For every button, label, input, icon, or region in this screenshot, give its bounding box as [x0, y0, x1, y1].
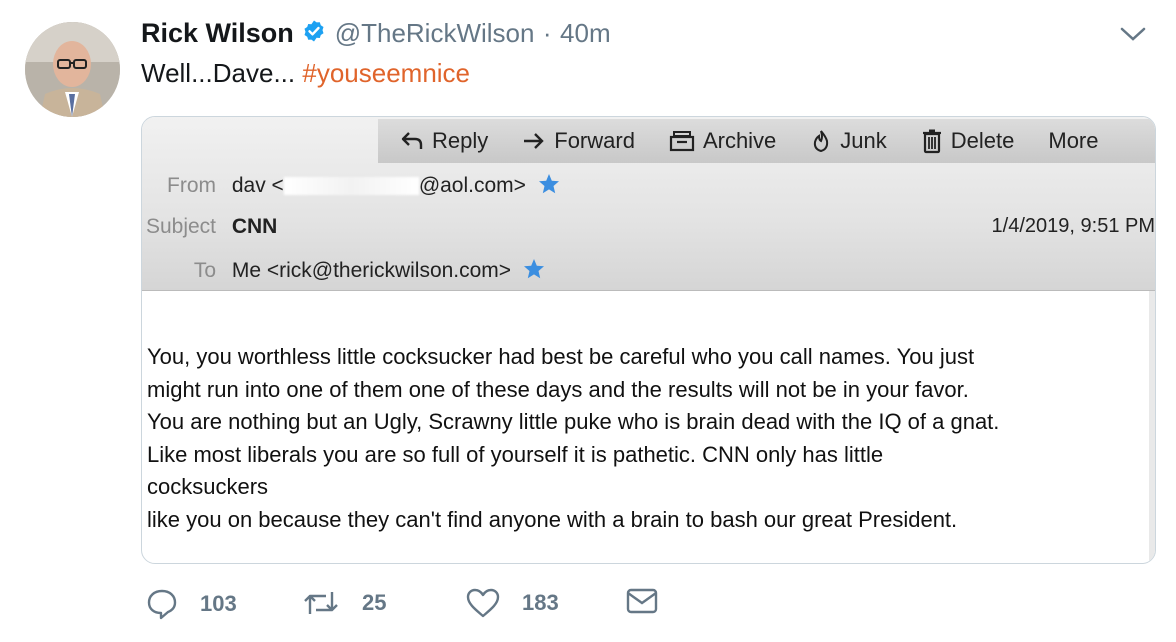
email-date: 1/4/2019, 9:51 PM	[991, 215, 1155, 237]
forward-arrow-icon	[524, 133, 544, 149]
email-toolbar: Reply Forward Archive Junk Delete More	[378, 119, 1155, 163]
direct-message-action[interactable]	[626, 588, 680, 614]
email-line: You, you worthless little cocksucker had…	[147, 344, 975, 369]
tweet-body: Well...Dave...	[141, 58, 296, 88]
retweet-count: 25	[362, 590, 387, 615]
from-row: From dav < @aol.com>	[142, 173, 560, 201]
from-name: dav <	[231, 174, 284, 197]
to-row: To Me <rick@therickwilson.com>	[142, 258, 545, 286]
separator-dot: ·	[542, 18, 552, 48]
to-value: Me <rick@therickwilson.com>	[231, 259, 512, 282]
archive-button: Archive	[669, 128, 776, 154]
to-label: To	[193, 259, 216, 282]
author-name[interactable]: Rick Wilson	[141, 18, 294, 48]
attached-image[interactable]: Reply Forward Archive Junk Delete More F…	[141, 116, 1156, 564]
subject-label: Subject	[145, 215, 216, 238]
email-line: Like most liberals you are so full of yo…	[147, 441, 884, 467]
avatar[interactable]	[25, 22, 120, 117]
scrollbar	[1149, 291, 1155, 563]
reply-button: Reply	[400, 128, 488, 154]
delete-label: Delete	[950, 128, 1015, 153]
avatar-photo	[25, 22, 120, 117]
email-line: cocksuckers	[147, 474, 269, 499]
redacted-address	[283, 177, 419, 196]
email-line: like you on because they can't find anyo…	[147, 506, 958, 532]
email-body: You, you worthless little cocksucker had…	[147, 341, 1147, 536]
flame-icon	[814, 130, 829, 153]
email-header-area: Reply Forward Archive Junk Delete More F…	[142, 117, 1155, 290]
tweet-timestamp[interactable]: 40m	[560, 18, 611, 48]
like-count: 183	[522, 590, 559, 615]
star-icon	[523, 258, 545, 286]
tweet-header: Rick Wilson @TheRickWilson · 40m	[141, 18, 1146, 58]
from-domain: @aol.com>	[418, 174, 526, 197]
more-button: More	[1048, 128, 1098, 154]
reply-bubble-icon	[147, 589, 177, 620]
envelope-icon	[626, 588, 658, 614]
more-label: More	[1048, 128, 1099, 153]
subject-row: Subject CNN	[142, 215, 277, 239]
retweet-icon	[304, 592, 338, 614]
reply-count: 103	[200, 591, 237, 616]
archive-icon	[669, 131, 695, 152]
archive-label: Archive	[702, 128, 777, 153]
forward-label: Forward	[554, 128, 635, 153]
trash-icon	[922, 129, 941, 154]
reply-label: Reply	[432, 128, 489, 153]
tweet-text: Well...Dave... #youseemnice	[141, 58, 470, 89]
verified-badge-icon	[302, 19, 326, 48]
reply-icon	[401, 132, 423, 149]
divider	[142, 290, 1155, 291]
hashtag-link[interactable]: #youseemnice	[302, 58, 470, 88]
reply-action[interactable]: 103	[146, 588, 237, 620]
author-handle[interactable]: @TheRickWilson	[335, 18, 535, 48]
forward-button: Forward	[522, 128, 635, 154]
star-icon	[538, 173, 560, 201]
email-line: You are nothing but an Ugly, Scrawny lit…	[147, 409, 1000, 434]
retweet-action[interactable]: 25	[302, 588, 386, 618]
from-label: From	[167, 174, 216, 197]
junk-label: Junk	[840, 128, 887, 153]
email-line: might run into one of them one of these …	[147, 376, 969, 402]
like-action[interactable]: 183	[466, 588, 559, 618]
subject-text: CNN	[231, 215, 278, 238]
chevron-down-icon[interactable]	[1120, 26, 1146, 47]
heart-icon	[466, 588, 500, 618]
delete-button: Delete	[921, 128, 1015, 154]
junk-button: Junk	[810, 128, 887, 154]
